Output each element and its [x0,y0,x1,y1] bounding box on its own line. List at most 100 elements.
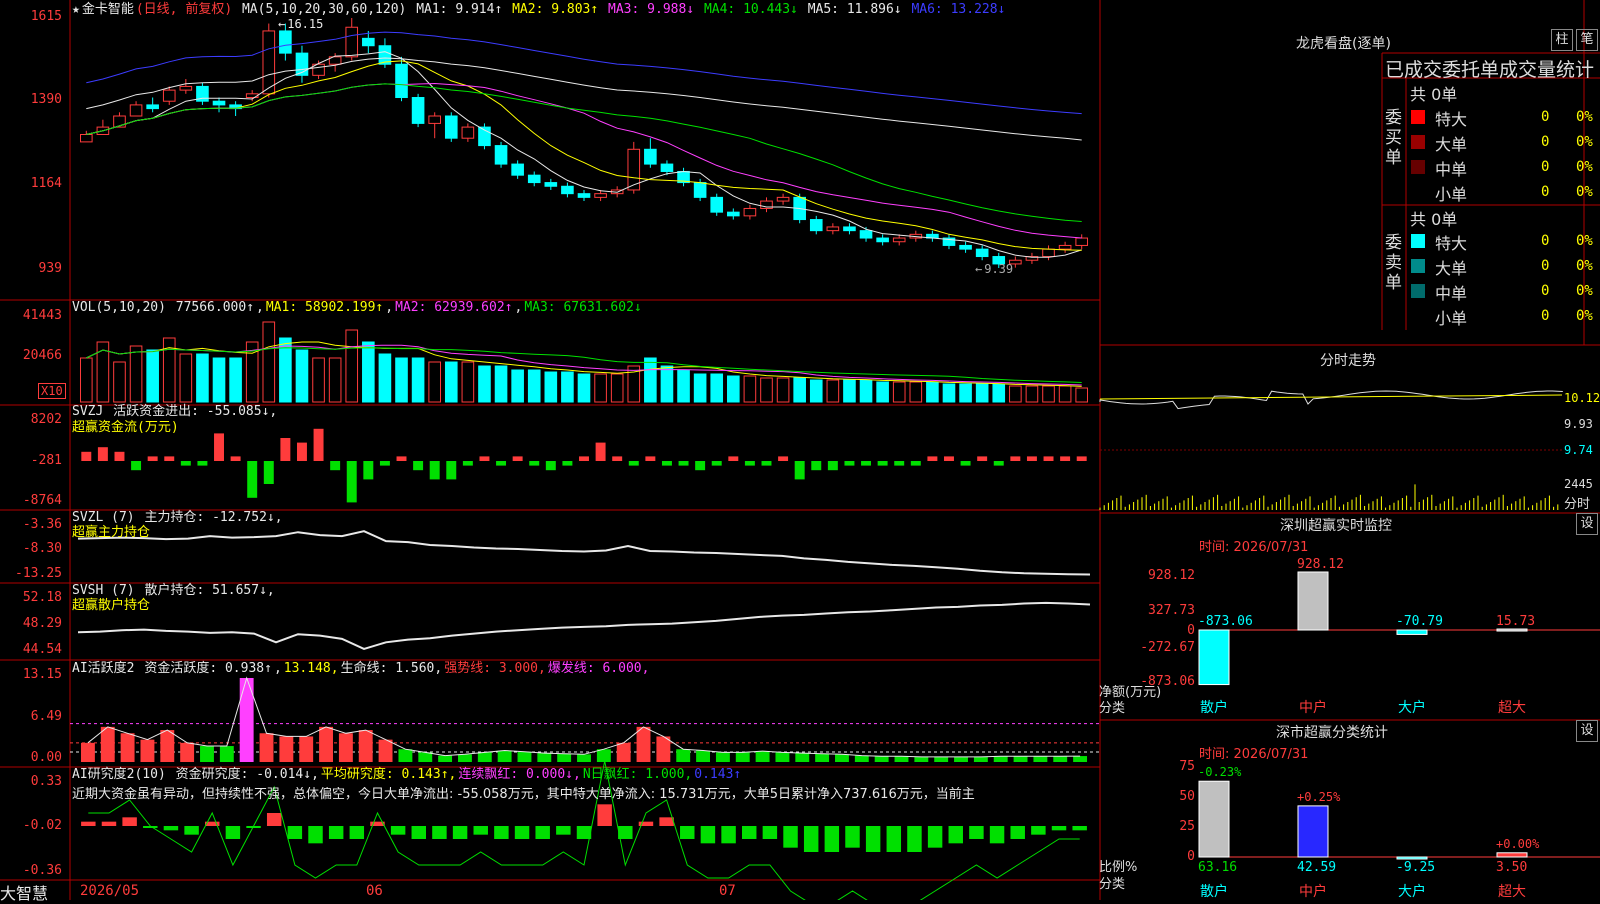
research-bar [225,826,241,839]
volume-bar [395,357,408,403]
flow-bar [164,456,175,461]
volume-stats-header: 已成交委托单成交量统计 [1385,59,1595,81]
volume-bar [843,379,856,403]
flow-bar [131,461,142,471]
svsh-header: SVSH (7) 散户持仓: 51.657↓, [72,583,275,598]
order-volume: 0 [1541,159,1550,175]
sz-monitor-category: 大户 [1398,700,1426,716]
candle [1075,237,1089,246]
volume-bar [1042,385,1055,403]
activity-line [87,676,1081,758]
candle [693,182,707,198]
volume-bar [262,321,276,403]
volume-bar [295,349,309,403]
ai-active-y-tick: 0.00 [30,750,62,765]
sz-monitor-y-tick: -272.67 [1140,640,1195,655]
main-holding-line [77,530,1091,576]
flow-bar [894,461,905,466]
candle [710,196,724,213]
activity-bar [636,726,651,762]
activity-bar [398,749,413,762]
volume-bar [1009,385,1022,403]
volume-bar [876,381,889,403]
activity-bar [656,736,671,762]
ratio-bar [1496,852,1528,858]
research-bar [762,826,778,839]
flow-bar [1043,456,1054,461]
activity-bar [854,755,869,762]
order-size-swatch [1411,185,1425,199]
candle [395,63,408,99]
sz-category-category: 散户 [1200,884,1228,900]
candle [428,115,441,124]
research-bar [390,826,406,835]
candle [494,145,508,165]
tick-view-button[interactable]: 笔 [1576,29,1598,51]
volume-bar [594,373,607,403]
research-bar [287,826,303,839]
research-bar [803,826,819,852]
bar-view-button[interactable]: 柱 [1551,29,1573,51]
order-size-swatch [1411,160,1425,174]
order-size-swatch [1411,110,1425,124]
order-percent: 0% [1576,159,1593,175]
sz-category-settings-button[interactable]: 设 [1576,720,1598,742]
sell-side-label: 委卖单 [1385,233,1402,293]
volume-bar [909,381,923,403]
main-y-tick: 1615 [30,9,62,24]
flow-bar [562,461,573,466]
candle [959,244,972,250]
ratio-bar [1396,856,1428,860]
net-amount-bar [1396,629,1428,635]
volume-bar [892,381,906,403]
flow-bar [993,461,1004,466]
main-y-tick: 1390 [30,92,62,107]
volume-bar [577,373,591,403]
research-bar [865,826,881,852]
sz-monitor-category: 散户 [1200,700,1228,716]
order-size-label: 大单 [1435,135,1468,154]
sz-monitor-y-tick: 327.73 [1148,603,1195,618]
volume-bar [975,383,989,403]
volume-bar [328,357,342,403]
activity-bar [676,749,691,762]
ai-active-header: AI活跃度2 资金活跃度: 0.938↑, 13.148, 生命线: 1.560, 强… [72,661,650,676]
order-volume: 0 [1541,308,1550,324]
activity-bar [378,739,393,762]
activity-bar [835,754,849,762]
candle [179,85,193,91]
order-size-label: 大单 [1435,259,1468,278]
ai-research-y-tick: -0.02 [22,818,62,833]
flow-bar [363,461,374,480]
order-percent: 0% [1576,233,1593,249]
sz-category-y-tick: 25 [1179,819,1195,834]
volume-bar [926,381,939,403]
sz-monitor-xlabel: 分类 [1099,701,1126,716]
flow-bar [197,461,208,466]
flow-bar [97,447,108,461]
chart-mode[interactable]: (日线, 前复权) [136,2,232,17]
intraday-price: 10.12 [1564,391,1600,405]
candle [644,148,657,165]
sell-order-count: 共 0单 [1410,210,1458,229]
order-size-label: 小单 [1435,185,1468,204]
flow-bar [811,461,822,471]
flow-bar [927,456,938,461]
candle [660,163,674,172]
ma2-value: MA2: 9.803↑ [512,2,599,17]
flow-bar [330,461,341,471]
flow-bar [379,461,390,466]
activity-bar [795,753,810,762]
sz-monitor-settings-button[interactable]: 设 [1576,513,1598,535]
order-size-label: 小单 [1435,309,1468,328]
flow-bar [1010,456,1021,461]
flow-bar [612,456,623,461]
flow-bar [529,461,540,466]
activity-bar [438,755,453,762]
star-icon[interactable]: ★ [72,2,80,17]
stock-name[interactable]: 金卡智能 [82,2,134,17]
net-amount-bar [1496,628,1528,632]
svsh-subtitle: 超赢散户持仓 [72,598,151,613]
sz-monitor-value: 928.12 [1297,557,1344,572]
buy-order-count: 共 0单 [1410,85,1458,104]
